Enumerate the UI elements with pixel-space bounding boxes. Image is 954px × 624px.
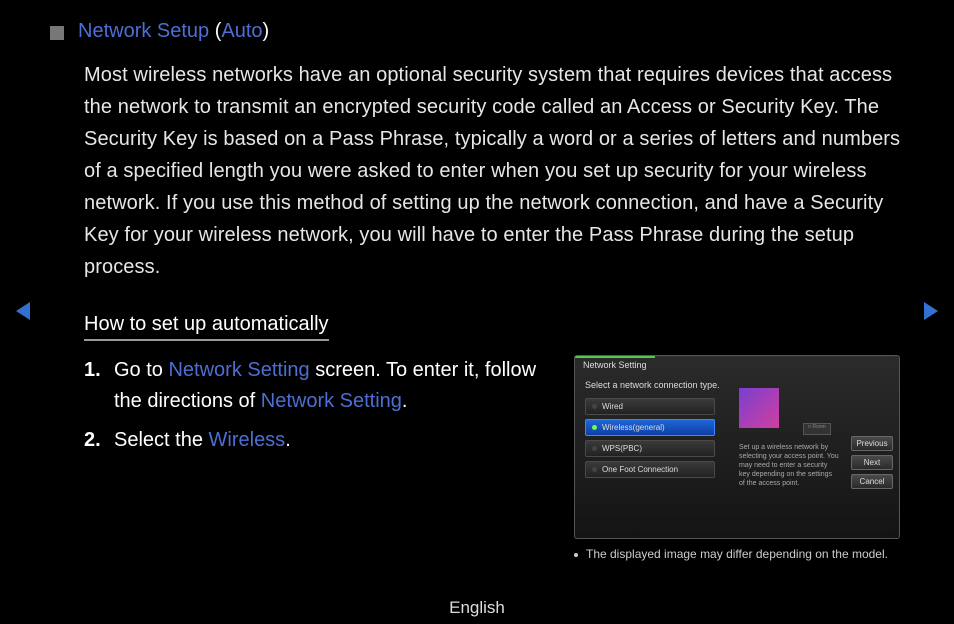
heading-paren-open: ( bbox=[209, 20, 221, 42]
step-1-post: . bbox=[402, 390, 408, 412]
tv-option-wired-label: Wired bbox=[602, 402, 623, 411]
section-heading-row: Network Setup (Auto) bbox=[50, 20, 904, 43]
nav-next[interactable] bbox=[924, 302, 938, 320]
sub-heading: How to set up automatically bbox=[84, 313, 329, 341]
tv-description: Set up a wireless network by selecting y… bbox=[739, 443, 839, 488]
heading-paren-close: ) bbox=[263, 20, 270, 42]
step-1: 1. Go to Network Setting screen. To ente… bbox=[84, 355, 546, 417]
led-icon bbox=[592, 467, 597, 472]
tv-option-wired: Wired bbox=[585, 398, 715, 415]
tv-option-wireless-label: Wireless(general) bbox=[602, 423, 665, 432]
tv-right-pane: n Room Set up a wireless network by sele… bbox=[739, 388, 839, 489]
tv-tab-bar: Network Setting bbox=[575, 356, 899, 372]
tv-thumbnail-icon bbox=[739, 388, 779, 428]
step-2-number: 2. bbox=[84, 425, 106, 456]
tv-option-wps: WPS(PBC) bbox=[585, 440, 715, 457]
chevron-left-icon bbox=[16, 302, 30, 320]
step-2-link: Wireless bbox=[209, 429, 286, 451]
tv-option-onefoot-label: One Foot Connection bbox=[602, 465, 678, 474]
tv-options-list: Wired Wireless(general) WPS(PBC) One Foo… bbox=[575, 398, 725, 478]
led-icon bbox=[592, 446, 597, 451]
tv-tab-network-setting: Network Setting bbox=[575, 356, 655, 372]
caption-bullet-icon bbox=[574, 553, 578, 557]
step-1-pre: Go to bbox=[114, 359, 168, 381]
nav-previous[interactable] bbox=[16, 302, 30, 320]
led-icon bbox=[592, 425, 597, 430]
step-1-body: Go to Network Setting screen. To enter i… bbox=[114, 355, 546, 417]
heading-title: Network Setup bbox=[78, 20, 209, 42]
tv-previous-button: Previous bbox=[851, 436, 893, 451]
step-2-body: Select the Wireless. bbox=[114, 425, 546, 456]
tv-option-wps-label: WPS(PBC) bbox=[602, 444, 642, 453]
tv-option-wireless: Wireless(general) bbox=[585, 419, 715, 436]
step-2-pre: Select the bbox=[114, 429, 209, 451]
body-paragraph: Most wireless networks have an optional … bbox=[84, 59, 904, 283]
heading-mode: Auto bbox=[221, 20, 262, 42]
section-heading: Network Setup (Auto) bbox=[78, 20, 269, 43]
step-2: 2. Select the Wireless. bbox=[84, 425, 546, 456]
step-1-link-2: Network Setting bbox=[261, 390, 402, 412]
tv-tab-inactive bbox=[655, 356, 899, 372]
tv-next-button: Next bbox=[851, 455, 893, 470]
tv-option-onefoot: One Foot Connection bbox=[585, 461, 715, 478]
led-icon bbox=[592, 404, 597, 409]
chevron-right-icon bbox=[924, 302, 938, 320]
tv-button-group: Previous Next Cancel bbox=[851, 436, 893, 489]
step-1-link-1: Network Setting bbox=[168, 359, 309, 381]
heading-bullet-icon bbox=[50, 26, 64, 40]
tv-prompt: Select a network connection type. bbox=[575, 372, 899, 398]
tv-cancel-button: Cancel bbox=[851, 474, 893, 489]
tv-router-icon: n Room bbox=[803, 423, 831, 435]
step-1-number: 1. bbox=[84, 355, 106, 417]
step-2-post: . bbox=[285, 429, 291, 451]
screenshot-caption: The displayed image may differ depending… bbox=[586, 547, 888, 561]
embedded-screenshot: Network Setting Select a network connect… bbox=[574, 355, 900, 539]
footer-language: English bbox=[0, 598, 954, 618]
screenshot-caption-row: The displayed image may differ depending… bbox=[574, 547, 904, 561]
